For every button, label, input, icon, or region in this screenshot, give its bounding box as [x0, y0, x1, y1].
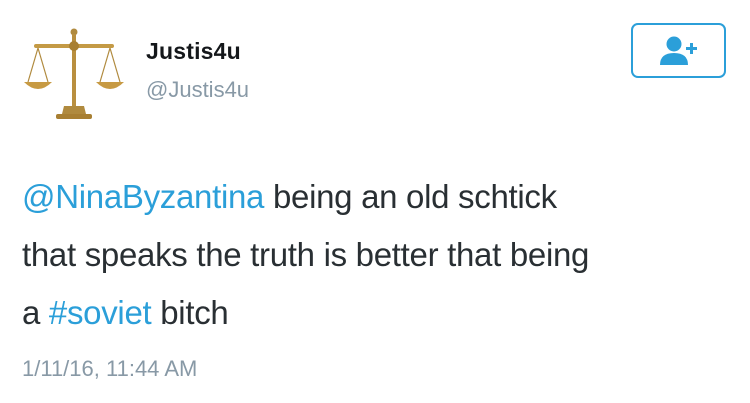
- tweet-text-segment: a: [22, 294, 49, 331]
- tweet-text-segment: being an old schtick: [264, 178, 557, 215]
- tweet-text-line-1: @NinaByzantina being an old schtick: [22, 168, 737, 226]
- tweet-text-segment: bitch: [151, 294, 229, 331]
- scales-of-justice-icon: [20, 20, 128, 128]
- tweet-timestamp[interactable]: 1/11/16, 11:44 AM: [22, 356, 197, 382]
- display-name[interactable]: Justis4u: [146, 38, 241, 65]
- follow-user-plus-icon: [659, 36, 697, 65]
- tweet-text: @NinaByzantina being an old schtick that…: [22, 168, 737, 342]
- tweet-text-line-3: a #soviet bitch: [22, 284, 737, 342]
- avatar[interactable]: [20, 20, 128, 128]
- follow-button[interactable]: [631, 23, 726, 78]
- hashtag-link[interactable]: #soviet: [49, 294, 152, 331]
- user-handle[interactable]: @Justis4u: [146, 77, 249, 103]
- tweet-text-line-2: that speaks the truth is better that bei…: [22, 236, 590, 273]
- tweet-card: Justis4u @Justis4u @NinaByzantina being …: [0, 0, 750, 403]
- mention-link[interactable]: @NinaByzantina: [22, 178, 264, 215]
